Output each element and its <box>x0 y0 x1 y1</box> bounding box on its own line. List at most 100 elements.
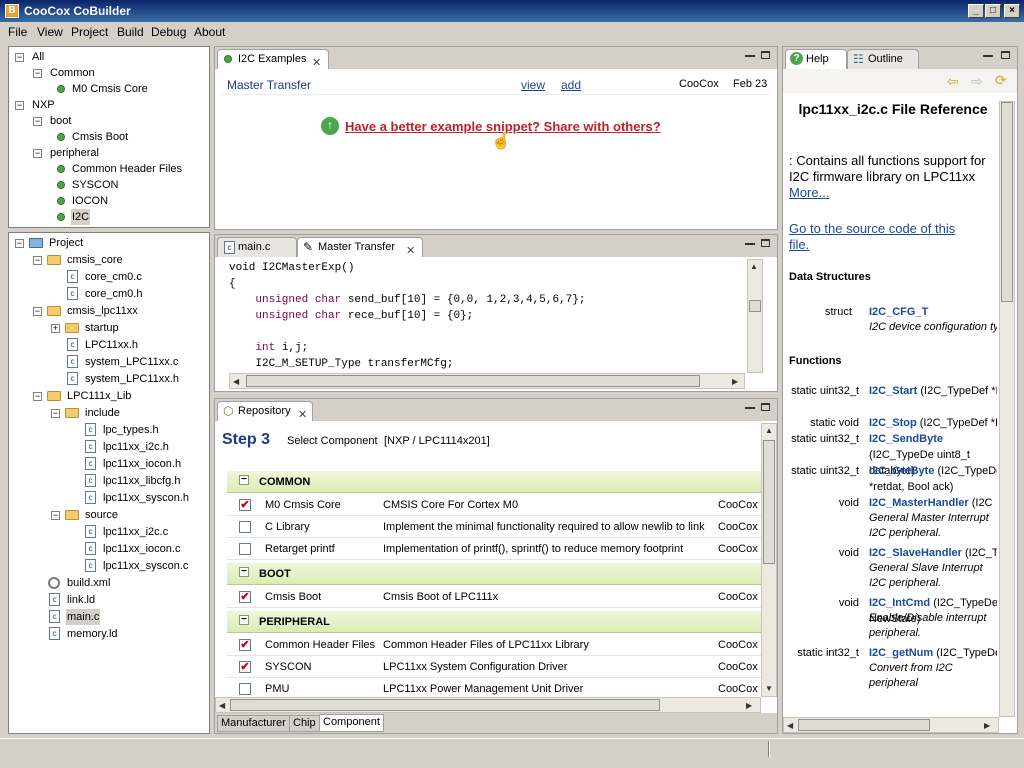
component-checkbox[interactable]: ✔ <box>239 499 251 511</box>
collapse-icon[interactable]: − <box>15 101 24 110</box>
tree-item-system-lpc11xx-c[interactable]: c system_LPC11xx.c <box>9 354 209 370</box>
scroll-left-icon[interactable]: ◀ <box>787 721 793 730</box>
tree-item-system-lpc11xx-h[interactable]: c system_LPC11xx.h <box>9 371 209 387</box>
tree-item-main-c[interactable]: c main.c <box>9 609 209 625</box>
function-link[interactable]: I2C_GetByte <box>869 465 934 477</box>
collapse-icon[interactable]: + <box>51 324 60 333</box>
tree-item-lpc11xx-libcfg-h[interactable]: c lpc11xx_libcfg.h <box>9 473 209 489</box>
collapse-icon[interactable]: − <box>33 392 42 401</box>
tab-main-c[interactable]: c main.c <box>217 237 297 257</box>
add-link[interactable]: add <box>561 78 581 92</box>
scroll-right-icon[interactable]: ▶ <box>746 701 752 710</box>
tab-component[interactable]: Component <box>319 714 384 732</box>
scroll-thumb[interactable] <box>230 699 660 711</box>
tree-item-cmsis-lpc11xx[interactable]: − cmsis_lpc11xx <box>9 303 209 319</box>
tree-item-link-ld[interactable]: c link.ld <box>9 592 209 608</box>
collapse-icon[interactable]: − <box>33 117 42 126</box>
collapse-icon[interactable]: − <box>239 567 249 577</box>
repository-vscrollbar[interactable]: ▲ ▼ <box>761 423 777 697</box>
minimize-view-icon[interactable] <box>745 55 755 57</box>
function-link[interactable]: I2C_getNum <box>869 647 933 659</box>
component-checkbox[interactable] <box>239 543 251 555</box>
tree-item-iocon[interactable]: IOCON <box>9 193 209 209</box>
tree-item-lpc111x-lib[interactable]: − LPC111x_Lib <box>9 388 209 404</box>
maximize-view-icon[interactable] <box>761 51 770 59</box>
collapse-icon[interactable]: − <box>239 615 249 625</box>
menu-build[interactable]: Build <box>117 25 144 39</box>
tab-master-transfer[interactable]: ✎ Master Transfer ✕ <box>297 237 423 257</box>
tree-item-project[interactable]: − Project <box>9 235 209 251</box>
tab-repository[interactable]: ⬡ Repository ✕ <box>217 401 313 421</box>
tree-item-source[interactable]: − source <box>9 507 209 523</box>
collapse-icon[interactable]: − <box>33 256 42 265</box>
component-checkbox[interactable] <box>239 521 251 533</box>
function-link[interactable]: I2C_SlaveHandler <box>869 547 962 559</box>
tree-item-lpc11xx-i2c-h[interactable]: c lpc11xx_i2c.h <box>9 439 209 455</box>
close-tab-icon[interactable]: ✕ <box>298 406 307 424</box>
tree-item-boot[interactable]: − boot <box>9 113 209 129</box>
scroll-thumb[interactable] <box>763 440 775 564</box>
category-boot[interactable]: − BOOT <box>227 563 761 585</box>
tab-help[interactable]: ? Help <box>785 49 847 69</box>
tree-item-core-cm0-c[interactable]: c core_cm0.c <box>9 269 209 285</box>
maximize-view-icon[interactable] <box>761 239 770 247</box>
collapse-icon[interactable]: − <box>51 511 60 520</box>
tree-item-lpc11xx-iocon-c[interactable]: c lpc11xx_iocon.c <box>9 541 209 557</box>
minimize-view-icon[interactable] <box>745 243 755 245</box>
component-checkbox[interactable]: ✔ <box>239 639 251 651</box>
scroll-down-icon[interactable]: ▼ <box>765 684 773 693</box>
collapse-icon[interactable]: − <box>51 409 60 418</box>
maximize-button[interactable]: □ <box>985 4 1001 18</box>
tree-item-include[interactable]: − include <box>9 405 209 421</box>
tree-item-lpc11xx-iocon-h[interactable]: c lpc11xx_iocon.h <box>9 456 209 472</box>
scroll-right-icon[interactable]: ▶ <box>732 377 738 386</box>
tab-i2c-examples[interactable]: I2C Examples ✕ <box>217 49 329 69</box>
collapse-icon[interactable]: − <box>239 475 249 485</box>
scroll-left-icon[interactable]: ◀ <box>233 377 239 386</box>
function-link[interactable]: I2C_Start <box>869 385 917 397</box>
view-link[interactable]: view <box>521 78 545 92</box>
scroll-up-icon[interactable]: ▲ <box>750 262 758 271</box>
tree-item-m0-cmsis-core[interactable]: M0 Cmsis Core <box>9 81 209 97</box>
maximize-view-icon[interactable] <box>1001 51 1010 59</box>
close-tab-icon[interactable]: ✕ <box>312 54 321 72</box>
tree-item-cmsis-boot[interactable]: Cmsis Boot <box>9 129 209 145</box>
tree-item-lpc11xx-h[interactable]: c LPC11xx.h <box>9 337 209 353</box>
example-name[interactable]: Master Transfer <box>227 78 311 92</box>
component-checkbox[interactable] <box>239 683 251 695</box>
tree-item-lpc-types-h[interactable]: c lpc_types.h <box>9 422 209 438</box>
menu-debug[interactable]: Debug <box>151 25 186 39</box>
collapse-icon[interactable]: − <box>15 53 24 62</box>
tree-item-core-cm0-h[interactable]: c core_cm0.h <box>9 286 209 302</box>
help-hscrollbar[interactable]: ◀ ▶ <box>783 717 999 733</box>
component-checkbox[interactable]: ✔ <box>239 661 251 673</box>
collapse-icon[interactable]: − <box>15 239 24 248</box>
more-link[interactable]: More... <box>789 185 829 200</box>
editor-hscrollbar[interactable]: ◀ ▶ <box>229 373 745 389</box>
menu-file[interactable]: File <box>8 25 27 39</box>
collapse-icon[interactable]: − <box>33 149 42 158</box>
menu-view[interactable]: View <box>37 25 63 39</box>
repository-hscrollbar[interactable]: ◀ ▶ <box>215 697 761 713</box>
menu-about[interactable]: About <box>194 25 225 39</box>
minimize-view-icon[interactable] <box>983 55 993 57</box>
tree-item-nxp[interactable]: − NXP <box>9 97 209 113</box>
component-checkbox[interactable]: ✔ <box>239 591 251 603</box>
scroll-thumb[interactable] <box>1001 102 1013 302</box>
forward-arrow-icon[interactable]: ⇨ <box>971 73 983 90</box>
back-arrow-icon[interactable]: ⇦ <box>947 73 959 90</box>
tab-chip[interactable]: Chip <box>289 715 320 732</box>
tree-item-lpc11xx-syscon-c[interactable]: c lpc11xx_syscon.c <box>9 558 209 574</box>
tree-item-all[interactable]: − All <box>9 49 209 65</box>
menu-project[interactable]: Project <box>71 25 108 39</box>
scroll-thumb[interactable] <box>798 719 930 731</box>
maximize-view-icon[interactable] <box>761 403 770 411</box>
struct-name-link[interactable]: I2C_CFG_T <box>869 306 928 318</box>
category-peripheral[interactable]: − PERIPHERAL <box>227 611 761 633</box>
refresh-icon[interactable]: ⟳ <box>995 72 1007 89</box>
tab-outline[interactable]: ☷ Outline <box>847 49 919 69</box>
help-vscrollbar[interactable] <box>999 101 1015 717</box>
category-common[interactable]: − COMMON <box>227 471 761 493</box>
function-link[interactable]: I2C_Stop <box>869 417 917 429</box>
scroll-thumb[interactable] <box>749 300 761 312</box>
